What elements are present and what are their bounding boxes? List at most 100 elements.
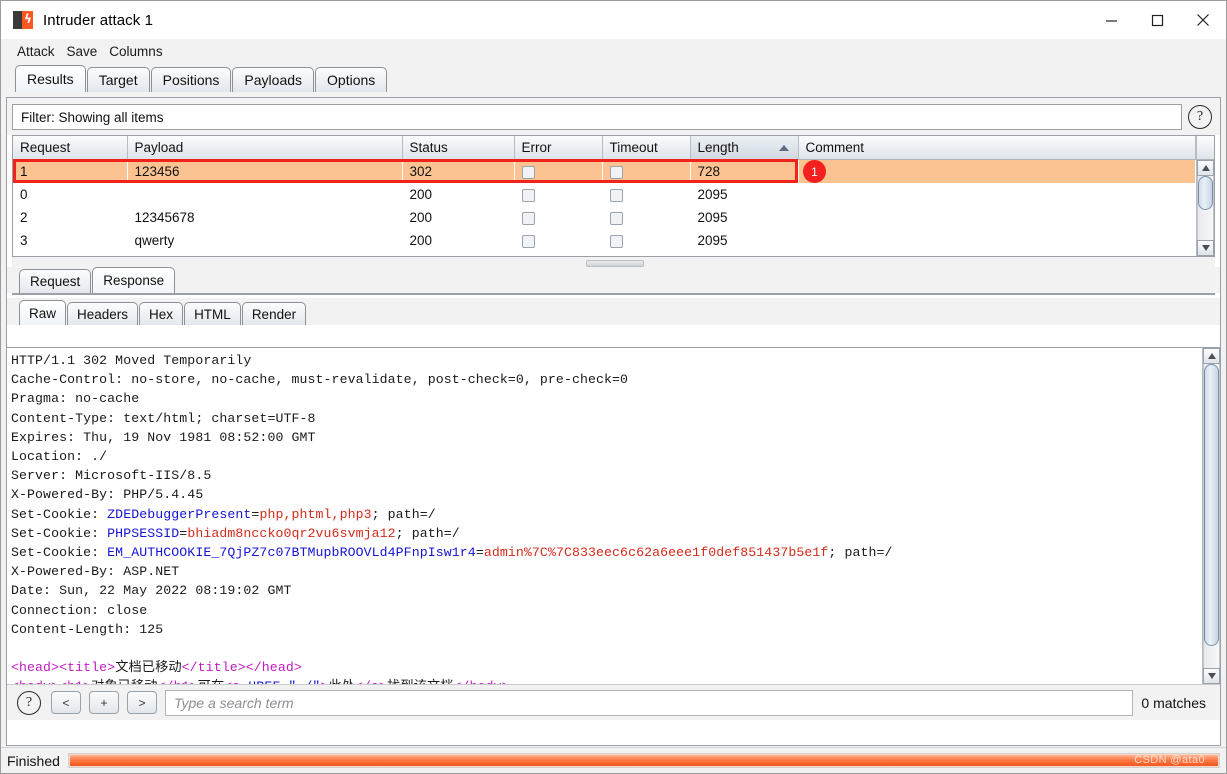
response-vertical-scrollbar[interactable] — [1202, 348, 1220, 684]
column-header-error[interactable]: Error — [514, 136, 603, 160]
error-checkbox[interactable] — [521, 234, 535, 248]
response-line: X-Powered-By: PHP/5.4.45 — [11, 487, 204, 503]
results-vertical-scrollbar[interactable] — [1196, 136, 1214, 256]
tab-target[interactable]: Target — [86, 67, 150, 92]
column-header-payload[interactable]: Payload — [127, 136, 403, 160]
search-add-button[interactable]: + — [89, 691, 119, 714]
tab-results[interactable]: Results — [15, 65, 86, 92]
cookie-name: PHPSESSID — [107, 525, 180, 541]
tab-request[interactable]: Request — [19, 269, 92, 293]
tag-head-open: <head> — [11, 660, 60, 676]
tab-response[interactable]: Response — [92, 267, 176, 293]
menu-item-save[interactable]: Save — [61, 42, 104, 61]
cell-comment[interactable] — [798, 206, 1196, 229]
cell-timeout — [602, 206, 690, 229]
column-header-status[interactable]: Status — [402, 136, 515, 160]
response-line: Cache-Control: no-store, no-cache, must-… — [11, 372, 629, 388]
filter-label: Filter: Showing all items — [21, 109, 164, 125]
cell-comment[interactable] — [798, 159, 1196, 183]
minimize-icon[interactable] — [1088, 1, 1134, 39]
timeout-checkbox[interactable] — [609, 211, 623, 225]
table-row[interactable]: 2 12345678 200 2095 — [13, 206, 1196, 229]
timeout-checkbox[interactable] — [609, 188, 623, 202]
table-header-row: Request Payload Status Error Timeout Len… — [13, 136, 1196, 160]
results-table: Request Payload Status Error Timeout Len… — [12, 135, 1215, 257]
cell-payload: 123456 — [127, 159, 402, 183]
tab-payloads[interactable]: Payloads — [232, 67, 315, 92]
set-cookie-label: Set-Cookie: — [11, 506, 108, 522]
cell-length: 2095 — [697, 233, 728, 248]
search-next-button[interactable]: > — [127, 691, 157, 714]
scroll-up-icon[interactable] — [1203, 348, 1220, 364]
column-header-request[interactable]: Request — [13, 136, 128, 160]
search-input[interactable]: Type a search term — [165, 689, 1134, 716]
tag-title-close: </title> — [181, 660, 246, 676]
tag-head-close: </head> — [245, 660, 302, 676]
table-row[interactable]: 3 qwerty 200 2095 — [13, 229, 1196, 252]
tab-options[interactable]: Options — [315, 67, 388, 92]
title-text-cn: 文档已移动 — [115, 660, 182, 676]
tab-raw[interactable]: Raw — [19, 300, 67, 325]
timeout-checkbox[interactable] — [609, 165, 623, 179]
tab-hex[interactable]: Hex — [139, 302, 184, 325]
response-raw-text[interactable]: HTTP/1.1 302 Moved Temporarily Cache-Con… — [7, 348, 1202, 684]
cell-request: 0 — [20, 187, 28, 202]
scroll-track[interactable] — [1197, 176, 1214, 240]
table-row[interactable]: 0 200 2095 — [13, 183, 1196, 206]
menu-item-attack[interactable]: Attack — [11, 42, 61, 61]
search-prev-button[interactable]: < — [51, 691, 81, 714]
menu-item-columns[interactable]: Columns — [103, 42, 168, 61]
help-icon[interactable]: ? — [1188, 105, 1212, 129]
cell-error — [514, 229, 602, 252]
column-header-length[interactable]: Length — [690, 136, 799, 160]
tab-html[interactable]: HTML — [184, 302, 241, 325]
cell-payload: qwerty — [134, 233, 175, 248]
main-tab-strip: Results Target Positions Payloads Option… — [1, 64, 1226, 92]
table-row[interactable]: 1 123456 302 728 — [13, 159, 1196, 183]
window-title: Intruder attack 1 — [43, 11, 154, 29]
tab-positions[interactable]: Positions — [150, 67, 232, 92]
scroll-track[interactable] — [1203, 364, 1220, 668]
cell-status: 302 — [402, 159, 514, 183]
response-line: Location: ./ — [11, 449, 108, 465]
maximize-icon[interactable] — [1134, 1, 1180, 39]
column-header-comment[interactable]: Comment — [798, 136, 1196, 160]
timeout-checkbox[interactable] — [609, 234, 623, 248]
cell-error — [514, 206, 602, 229]
scroll-down-icon[interactable] — [1203, 668, 1220, 684]
scroll-up-icon[interactable] — [1197, 160, 1214, 176]
cell-request: 2 — [20, 210, 28, 225]
response-line: Content-Type: text/html; charset=UTF-8 — [11, 410, 316, 426]
column-header-timeout[interactable]: Timeout — [602, 136, 691, 160]
menu-bar: Attack Save Columns — [1, 39, 1226, 64]
error-checkbox[interactable] — [521, 211, 535, 225]
scroll-thumb — [1204, 364, 1219, 646]
cookie-attrs: ; path=/ — [828, 545, 893, 561]
annotation-badge-1: 1 — [803, 160, 826, 183]
intruder-attack-window: ϟ Intruder attack 1 Attack Save Columns … — [0, 0, 1227, 774]
close-icon[interactable] — [1180, 1, 1226, 39]
cookie-value: php,phtml,php3 — [259, 506, 372, 522]
cookie-attrs: ; path=/ — [395, 525, 460, 541]
tab-headers[interactable]: Headers — [67, 302, 139, 325]
cell-comment[interactable] — [798, 183, 1196, 206]
response-line: Server: Microsoft-IIS/8.5 — [11, 468, 212, 484]
cookie-attrs: ; path=/ — [371, 506, 436, 522]
cell-timeout — [602, 183, 690, 206]
response-line: X-Powered-By: ASP.NET — [11, 564, 180, 580]
cell-comment[interactable] — [798, 229, 1196, 252]
status-label: Finished — [7, 752, 60, 769]
cookie-name: ZDEDebuggerPresent — [107, 506, 252, 522]
splitter-grip[interactable] — [585, 260, 644, 267]
scroll-thumb — [1198, 176, 1213, 210]
cell-timeout — [602, 229, 690, 252]
error-checkbox[interactable] — [521, 188, 535, 202]
panel-splitter[interactable] — [12, 257, 1215, 267]
error-checkbox[interactable] — [521, 165, 535, 179]
filter-bar[interactable]: Filter: Showing all items — [12, 104, 1182, 130]
scroll-down-icon[interactable] — [1197, 240, 1214, 256]
search-help-icon[interactable]: ? — [17, 690, 41, 715]
results-panel: Filter: Showing all items ? Request Payl… — [6, 97, 1221, 746]
burp-suite-icon: ϟ — [13, 10, 33, 30]
tab-render[interactable]: Render — [241, 302, 307, 325]
